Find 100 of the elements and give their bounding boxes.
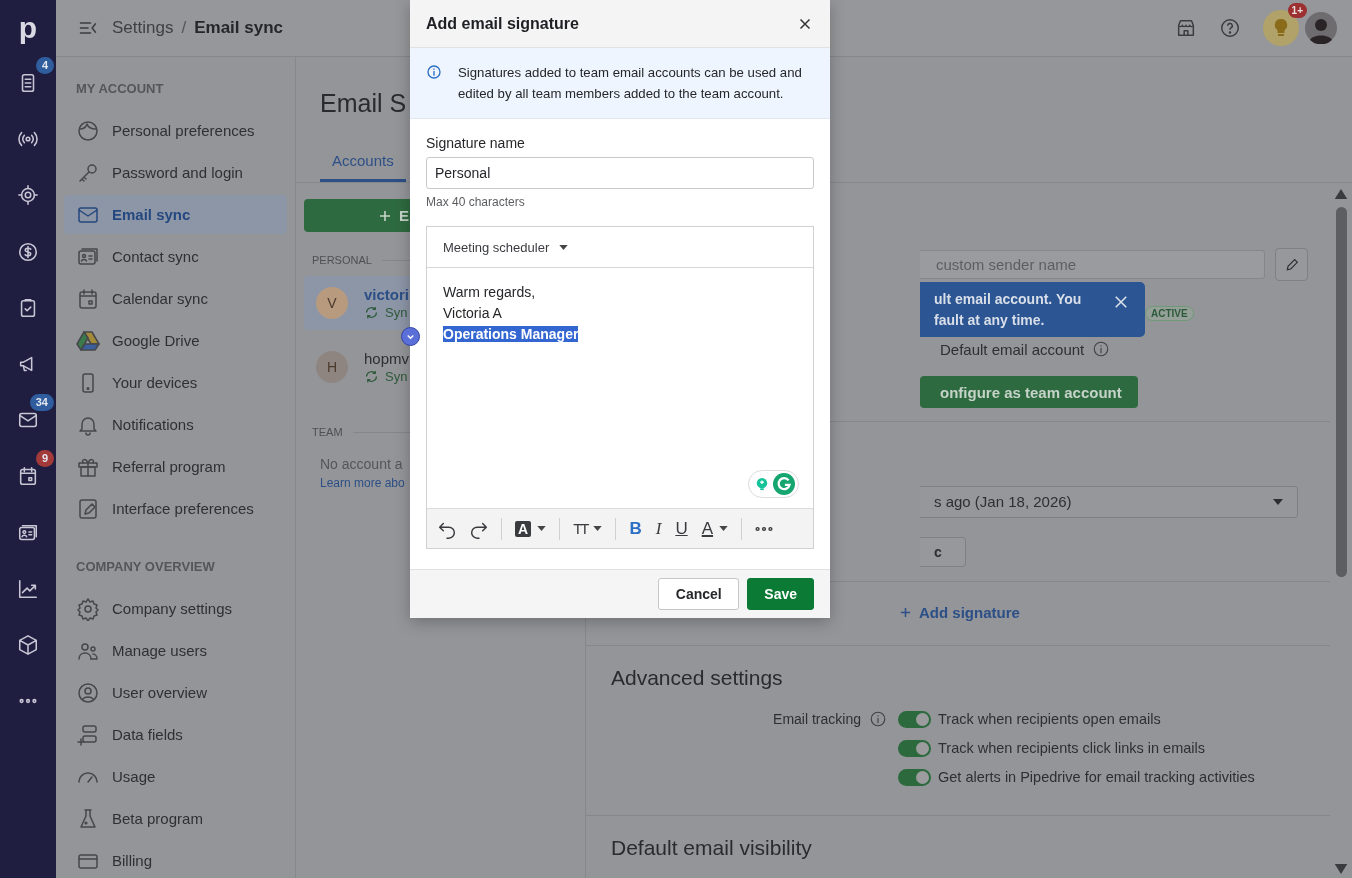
sync-status: Syn xyxy=(385,305,408,320)
settings-nav-item[interactable]: Manage users xyxy=(64,631,287,670)
add-signature-link[interactable]: Add signature xyxy=(900,604,1020,622)
caret-icon xyxy=(559,244,569,250)
count-badge: 9 xyxy=(35,450,54,468)
dialog-title: Add email signature xyxy=(426,14,579,33)
bold-button[interactable]: B xyxy=(624,516,647,541)
settings-nav-item[interactable]: Interface preferences xyxy=(64,489,287,528)
empty-text: No account a xyxy=(320,456,404,472)
caret-icon xyxy=(593,526,603,531)
count-badge: 34 xyxy=(29,394,54,412)
calendar-icon xyxy=(76,286,100,311)
settings-nav-item[interactable]: Company settings xyxy=(64,589,287,628)
default-account-label: Default email account xyxy=(940,340,1085,358)
assistant-widget[interactable] xyxy=(748,470,799,498)
edit-icon xyxy=(76,496,100,521)
settings-nav-item[interactable]: Calendar sync xyxy=(64,279,287,318)
group-heading: TEAM xyxy=(312,426,343,438)
toggle-label: Get alerts in Pipedrive for email tracking activities xyxy=(938,769,1255,786)
target-icon[interactable] xyxy=(17,184,39,207)
account-name: hopmv xyxy=(364,350,410,367)
caret-icon xyxy=(1273,498,1283,505)
tab[interactable]: Accounts xyxy=(320,152,406,182)
signature-line: Victoria A xyxy=(443,305,502,321)
logo[interactable]: p xyxy=(18,8,38,55)
lightbulb-icon xyxy=(755,477,769,491)
info-text: Signatures added to team email accounts can be used and edited by all team members added to the team account. xyxy=(458,64,803,103)
tooltip-text: ult email account. You fault at any time. xyxy=(934,290,1083,330)
color-button[interactable]: A xyxy=(696,516,734,541)
cube-icon[interactable] xyxy=(17,633,39,656)
settings-nav-item[interactable]: Google Drive xyxy=(64,321,287,360)
save-button[interactable]: Save xyxy=(747,578,814,610)
settings-nav-item[interactable]: Your devices xyxy=(64,363,287,402)
settings-nav-item[interactable]: Data fields xyxy=(64,715,287,754)
notification-badge: 1+ xyxy=(1287,3,1307,18)
scroll-up-icon[interactable] xyxy=(1334,189,1348,199)
settings-nav-item[interactable]: User overview xyxy=(64,673,287,712)
info-icon xyxy=(426,64,442,80)
signature-editor[interactable]: Meeting scheduler Warm regards, Victoria A Operations Manager A TT B I U A xyxy=(426,226,814,549)
section-title: Default email visibility xyxy=(611,836,813,860)
toggle-switch[interactable] xyxy=(898,710,931,728)
chart-icon[interactable] xyxy=(17,577,39,600)
caret-icon xyxy=(719,526,729,531)
toggle-switch[interactable] xyxy=(898,739,931,757)
plus-icon xyxy=(379,209,391,222)
scroll-down-icon[interactable] xyxy=(1334,864,1348,874)
breadcrumb-separator: / xyxy=(181,18,187,38)
status-badge: ACTIVE xyxy=(1145,306,1194,321)
account-name: victori xyxy=(364,286,409,303)
settings-nav-item[interactable]: Billing xyxy=(64,841,287,878)
toggle-switch[interactable] xyxy=(898,768,931,786)
toggle-label: Track when recipients open emails xyxy=(938,711,1161,728)
avatar: H xyxy=(316,351,348,383)
settings-nav-item[interactable]: Referral program xyxy=(64,447,287,486)
settings-nav-item[interactable]: Beta program xyxy=(64,799,287,838)
signature-line: Warm regards, xyxy=(443,284,536,300)
sender-name-field[interactable]: custom sender name xyxy=(920,250,1265,279)
settings-nav-item[interactable]: Email sync xyxy=(64,195,287,234)
plus-icon xyxy=(900,607,911,619)
info-icon xyxy=(1092,340,1111,358)
settings-nav-item[interactable]: Password and login xyxy=(64,153,287,192)
settings-nav-item[interactable]: Personal preferences xyxy=(64,111,287,150)
section-title: Advanced settings xyxy=(611,666,784,691)
info-icon xyxy=(869,710,887,729)
count-badge: 4 xyxy=(35,57,54,74)
highlight-button[interactable]: A xyxy=(510,518,552,539)
head-icon xyxy=(76,118,100,143)
edit-button[interactable] xyxy=(1275,248,1308,281)
size-button[interactable]: TT xyxy=(568,518,608,539)
team-account-button[interactable]: onfigure as team account xyxy=(920,376,1138,408)
italic-button[interactable]: I xyxy=(650,516,667,541)
dollar-icon[interactable] xyxy=(17,240,39,263)
close-icon[interactable] xyxy=(1112,293,1130,311)
page-title: Email S xyxy=(320,89,407,118)
store-icon[interactable] xyxy=(1175,17,1197,39)
toggle-label: Track when recipients click links in emails xyxy=(938,740,1205,757)
sync-icon xyxy=(364,305,379,320)
settings-nav-item[interactable]: Notifications xyxy=(64,405,287,444)
settings-nav-item[interactable]: Usage xyxy=(64,757,287,796)
help-text: Max 40 characters xyxy=(426,195,526,209)
section-heading: COMPANY OVERVIEW xyxy=(75,559,216,576)
sync-button[interactable]: c xyxy=(920,536,966,567)
assistant-icon xyxy=(773,473,795,495)
avatar: V xyxy=(316,287,348,319)
drive-icon xyxy=(76,328,100,353)
underline-button[interactable]: U xyxy=(670,516,693,541)
help-icon[interactable] xyxy=(1219,17,1241,39)
template-dropdown[interactable]: Meeting scheduler xyxy=(435,235,577,259)
sync-icon xyxy=(364,369,379,384)
cancel-button[interactable]: Cancel xyxy=(658,578,740,610)
fields-icon xyxy=(76,722,100,747)
group-heading: PERSONAL xyxy=(312,254,372,266)
signature-name-field[interactable]: Personal xyxy=(426,157,814,189)
field-label: Signature name xyxy=(426,135,526,151)
settings-nav-item[interactable]: Contact sync xyxy=(64,237,287,276)
sync-period-dropdown[interactable]: s ago (Jan 18, 2026) xyxy=(920,485,1298,518)
user-avatar[interactable] xyxy=(1305,12,1337,44)
breadcrumb-link[interactable]: Settings xyxy=(112,18,174,38)
calendar-icon[interactable] xyxy=(17,465,39,488)
section-heading: MY ACCOUNT xyxy=(75,81,165,98)
